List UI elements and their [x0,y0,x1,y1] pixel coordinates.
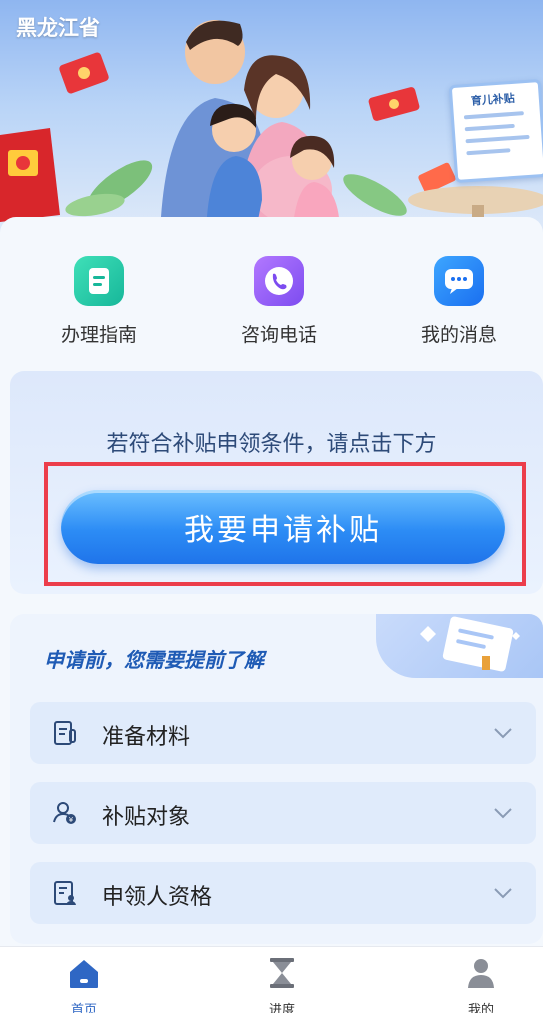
region-title: 黑龙江省 [16,16,100,40]
guide-action[interactable]: 办理指南 [29,256,169,347]
banner: 黑龙江省 育儿补贴 [0,0,543,235]
message-label: 我的消息 [420,324,497,346]
tab-mine[interactable]: 我的 [431,955,531,1013]
chevron-down-icon [494,728,512,739]
message-icon [434,256,484,306]
home-icon [70,960,98,988]
accordion-materials[interactable]: 准备材料 [30,702,536,764]
chevron-down-icon [494,808,512,819]
accordion-label: 准备材料 [102,725,191,750]
tab-label: 进度 [268,1003,295,1013]
tab-home[interactable]: 首页 [34,955,134,1013]
subsidy-document: 育儿补贴 [448,78,543,184]
apply-subsidy-button[interactable]: 我要申请补贴 [61,490,505,564]
document-title: 育儿补贴 [470,91,516,108]
chevron-down-icon [494,888,512,899]
accordion-recipient[interactable]: ¥ 补贴对象 [30,782,536,844]
svg-text:¥: ¥ [69,816,74,824]
tab-label: 首页 [70,1003,97,1013]
materials-icon [54,721,76,745]
quick-actions: 办理指南 咨询电话 我的消息 [0,256,543,346]
guide-label: 办理指南 [60,324,137,346]
tab-progress[interactable]: 进度 [232,955,332,1013]
accordion-qualification[interactable]: 申领人资格 [30,862,536,924]
message-action[interactable]: 我的消息 [389,256,529,347]
user-icon [468,959,494,988]
info-title: 申请前，您需要提前了解 [44,648,264,672]
guide-icon [74,256,124,306]
apply-hint: 若符合补贴申领条件，请点击下方 [106,432,437,457]
tab-bar: 首页 进度 我的 [0,946,543,1013]
phone-action[interactable]: 咨询电话 [209,256,349,347]
tab-label: 我的 [467,1003,494,1013]
accordion-label: 申领人资格 [102,885,213,910]
qualification-icon [54,881,76,905]
phone-icon [254,256,304,306]
phone-label: 咨询电话 [240,324,317,346]
hourglass-icon [270,958,294,988]
accordion-label: 补贴对象 [102,805,191,830]
recipient-icon: ¥ [53,802,76,824]
document-illustration [376,614,543,678]
